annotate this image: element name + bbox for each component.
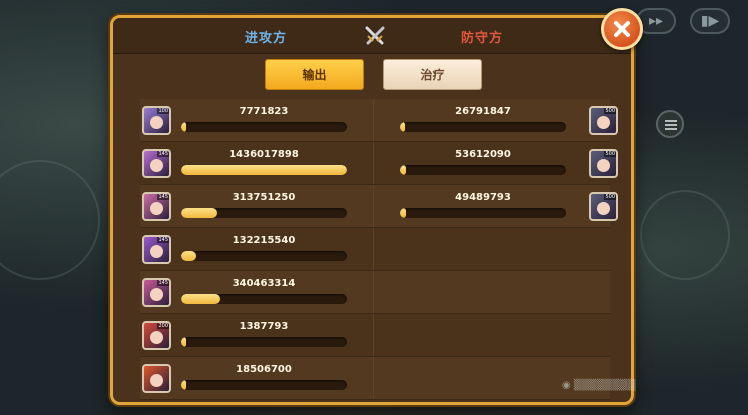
list-row: 18506700 <box>140 357 610 400</box>
damage-bar <box>181 380 347 390</box>
list-row: 145 1436017898 500 53612090 <box>140 142 618 185</box>
damage-value: 18506700 <box>236 364 292 375</box>
damage-bar <box>181 208 347 218</box>
crossed-swords-icon <box>365 26 385 45</box>
column-divider <box>373 314 374 356</box>
attacker-entry: 145 313751250 <box>140 185 372 228</box>
damage-bar-fill <box>181 294 221 304</box>
defender-entry: 500 53612090 <box>378 142 618 185</box>
damage-value: 49489793 <box>455 192 511 203</box>
hero-avatar[interactable]: 500 <box>589 106 618 135</box>
damage-value: 1436017898 <box>229 149 299 160</box>
list-row: 145 132215540 <box>140 228 610 271</box>
list-row: 145 340463314 <box>140 271 610 314</box>
close-button[interactable] <box>601 8 643 50</box>
hero-avatar[interactable]: 500 <box>589 149 618 178</box>
hero-avatar[interactable]: 145 <box>142 235 171 264</box>
damage-value: 313751250 <box>232 192 296 203</box>
damage-value: 53612090 <box>455 149 511 160</box>
watermark: ◉ ▒▒▒▒▒▒▒▒ <box>562 380 636 391</box>
attacker-title: 进攻方 <box>245 31 288 46</box>
hero-level-badge: 100 <box>157 108 169 114</box>
hero-level-badge: 145 <box>157 151 169 157</box>
damage-value: 132215540 <box>232 235 296 246</box>
damage-bar-fill <box>181 208 218 218</box>
column-divider <box>373 357 374 399</box>
attacker-entry: 145 132215540 <box>140 228 372 271</box>
tab-heal[interactable]: 治疗 <box>383 59 482 90</box>
hero-level-badge: 145 <box>157 237 169 243</box>
damage-bar <box>181 251 347 261</box>
damage-bar-fill <box>400 208 406 218</box>
hero-level-badge: 500 <box>604 151 616 157</box>
column-divider <box>373 185 374 227</box>
damage-bar-fill <box>400 165 407 175</box>
battle-stats-dialog: 进攻方 防守方 输出 治疗 100 7771823 500 26791847 145 14… <box>110 15 634 405</box>
hero-avatar[interactable]: 145 <box>142 192 171 221</box>
damage-bar <box>181 337 347 347</box>
hero-avatar[interactable]: 145 <box>142 278 171 307</box>
column-divider <box>373 99 374 141</box>
list-row: 145 313751250 500 49489793 <box>140 185 618 228</box>
hero-avatar[interactable]: 500 <box>589 192 618 221</box>
damage-bar <box>181 165 347 175</box>
hero-level-badge: 200 <box>157 323 169 329</box>
hero-level-badge: 500 <box>604 108 616 114</box>
attacker-entry: 100 7771823 <box>140 99 372 142</box>
attacker-entry: 145 340463314 <box>140 271 372 314</box>
bg-pause-button: ▮▶ <box>690 8 730 34</box>
hero-level-badge: 500 <box>604 194 616 200</box>
list-icon[interactable] <box>656 110 684 138</box>
hero-level-badge: 145 <box>157 194 169 200</box>
damage-bar-fill <box>181 337 186 347</box>
damage-bar <box>400 165 566 175</box>
attacker-entry: 200 1387793 <box>140 314 372 357</box>
damage-bar-fill <box>181 251 197 261</box>
stats-list: 100 7771823 500 26791847 145 1436017898 500 536… <box>140 99 618 400</box>
attacker-entry: 18506700 <box>140 357 372 400</box>
damage-value: 1387793 <box>239 321 289 332</box>
damage-value: 7771823 <box>239 106 289 117</box>
damage-bar <box>181 122 347 132</box>
damage-value: 340463314 <box>232 278 296 289</box>
column-divider <box>373 271 374 313</box>
list-row: 100 7771823 500 26791847 <box>140 99 618 142</box>
hero-avatar[interactable] <box>142 364 171 393</box>
column-divider <box>373 142 374 184</box>
damage-bar <box>181 294 347 304</box>
defender-entry: 500 49489793 <box>378 185 618 228</box>
damage-bar-fill <box>181 165 347 175</box>
hero-avatar[interactable]: 145 <box>142 149 171 178</box>
close-x-icon <box>614 21 630 37</box>
defender-title: 防守方 <box>461 31 504 46</box>
attacker-entry: 145 1436017898 <box>140 142 372 185</box>
tab-output[interactable]: 输出 <box>265 59 364 90</box>
list-row: 200 1387793 <box>140 314 610 357</box>
column-divider <box>373 228 374 270</box>
dialog-header: 进攻方 防守方 <box>113 18 631 54</box>
damage-bar-fill <box>181 122 186 132</box>
hero-level-badge: 145 <box>157 280 169 286</box>
hero-avatar[interactable]: 100 <box>142 106 171 135</box>
damage-bar <box>400 208 566 218</box>
defender-entry: 500 26791847 <box>378 99 618 142</box>
damage-bar-fill <box>400 122 405 132</box>
hero-avatar[interactable]: 200 <box>142 321 171 350</box>
damage-value: 26791847 <box>455 106 511 117</box>
damage-bar-fill <box>181 380 186 390</box>
damage-bar <box>400 122 566 132</box>
